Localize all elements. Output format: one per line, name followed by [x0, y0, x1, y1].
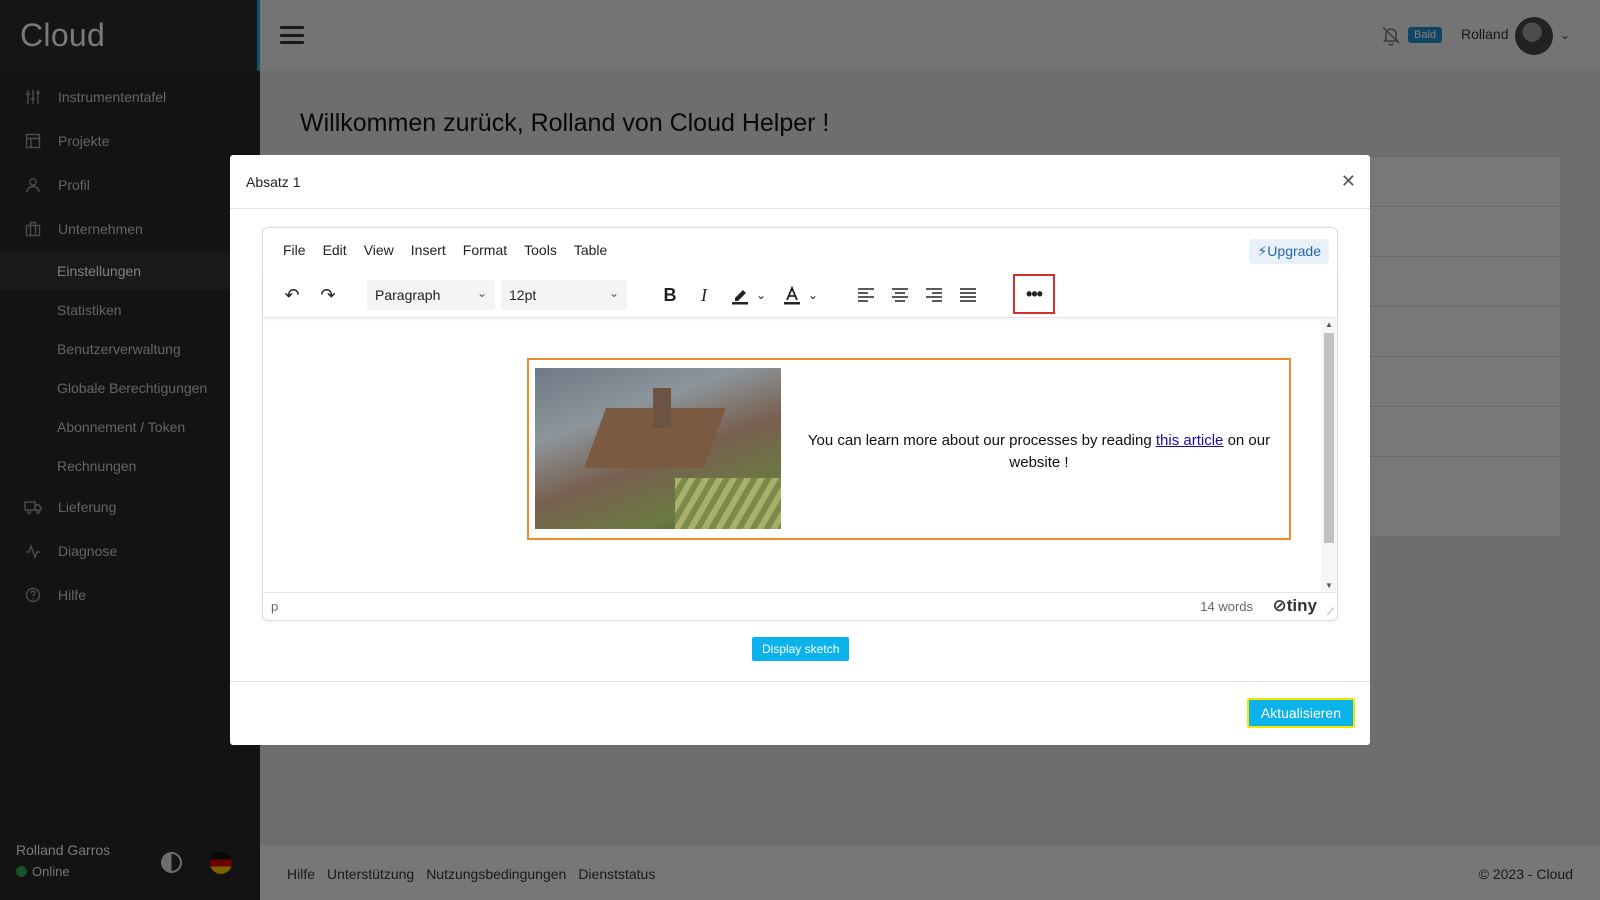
- modal-footer: Aktualisieren: [230, 681, 1370, 745]
- editor-toolbar: ↶ ↷ Paragraph ⌄ 12pt ⌄ B I ⌄ ⌄ •••: [263, 272, 1337, 318]
- menu-view[interactable]: View: [364, 242, 394, 258]
- menu-tools[interactable]: Tools: [524, 242, 557, 258]
- resize-handle-icon[interactable]: ⟋: [1327, 607, 1334, 618]
- scroll-up-icon[interactable]: ▲: [1325, 320, 1333, 329]
- menu-edit[interactable]: Edit: [323, 242, 347, 258]
- abbey-photo[interactable]: [535, 368, 781, 529]
- modal-header: Absatz 1: [230, 155, 1370, 209]
- editor-statusbar: p 14 words ⊘tiny ⟋: [263, 592, 1337, 620]
- display-sketch-button[interactable]: Display sketch: [752, 637, 850, 661]
- highlight-color-icon[interactable]: [727, 280, 753, 310]
- block-format-value: Paragraph: [375, 287, 441, 303]
- chevron-down-icon: ⌄: [476, 286, 487, 300]
- close-icon[interactable]: ✕: [1341, 171, 1356, 192]
- more-options-icon[interactable]: •••: [1013, 274, 1055, 314]
- text-color-icon[interactable]: [779, 280, 805, 310]
- chevron-down-icon[interactable]: ⌄: [753, 280, 769, 310]
- lightning-icon: ⚡: [1257, 243, 1268, 259]
- word-count[interactable]: 14 words: [1200, 599, 1253, 614]
- font-size-select[interactable]: 12pt ⌄: [501, 280, 627, 310]
- menu-format[interactable]: Format: [463, 242, 507, 258]
- upgrade-label: Upgrade: [1267, 243, 1321, 259]
- selected-content-block[interactable]: You can learn more about our processes b…: [527, 358, 1291, 540]
- bold-icon[interactable]: B: [657, 280, 683, 310]
- block-paragraph[interactable]: You can learn more about our processes b…: [797, 430, 1281, 474]
- scroll-down-icon[interactable]: ▼: [1325, 581, 1333, 590]
- align-right-icon[interactable]: [921, 280, 947, 310]
- menu-table[interactable]: Table: [574, 242, 607, 258]
- rich-text-editor: File Edit View Insert Format Tools Table…: [262, 227, 1338, 621]
- align-left-icon[interactable]: [853, 280, 879, 310]
- tiny-brand-label: tiny: [1286, 596, 1317, 615]
- tiny-logo[interactable]: ⊘tiny: [1273, 596, 1317, 616]
- editor-scrollbar[interactable]: ▲ ▼: [1321, 319, 1337, 591]
- redo-icon[interactable]: ↷: [313, 280, 343, 310]
- element-path[interactable]: p: [271, 599, 278, 614]
- italic-icon[interactable]: I: [691, 280, 717, 310]
- align-center-icon[interactable]: [887, 280, 913, 310]
- tiny-brand-icon: ⊘: [1272, 596, 1287, 615]
- chevron-down-icon[interactable]: ⌄: [805, 280, 821, 310]
- menu-file[interactable]: File: [283, 242, 306, 258]
- font-size-value: 12pt: [509, 287, 537, 303]
- modal-title: Absatz 1: [246, 173, 301, 190]
- article-link[interactable]: this article: [1156, 432, 1224, 449]
- update-button[interactable]: Aktualisieren: [1246, 698, 1355, 728]
- chevron-down-icon: ⌄: [608, 286, 619, 300]
- block-format-select[interactable]: Paragraph ⌄: [367, 280, 495, 310]
- undo-icon[interactable]: ↶: [277, 280, 307, 310]
- editor-content[interactable]: You can learn more about our processes b…: [263, 319, 1313, 591]
- paragraph-text-before: You can learn more about our processes b…: [807, 432, 1156, 449]
- editor-menubar: File Edit View Insert Format Tools Table: [263, 228, 1337, 272]
- menu-insert[interactable]: Insert: [411, 242, 446, 258]
- align-justify-icon[interactable]: [955, 280, 981, 310]
- edit-paragraph-modal: Absatz 1 ✕ File Edit View Insert Format …: [230, 155, 1370, 745]
- upgrade-button[interactable]: ⚡Upgrade: [1249, 239, 1329, 264]
- scroll-thumb[interactable]: [1324, 333, 1334, 543]
